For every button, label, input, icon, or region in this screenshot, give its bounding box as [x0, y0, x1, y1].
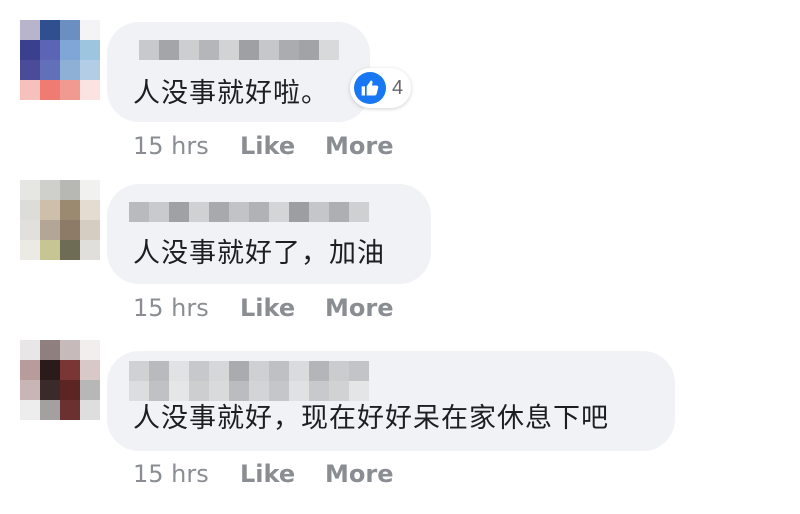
- comment-bubble: 人没事就好了，加油: [107, 184, 431, 284]
- avatar[interactable]: [20, 180, 100, 260]
- reaction-count: 4: [392, 76, 404, 99]
- like-button[interactable]: Like: [240, 460, 295, 488]
- like-button[interactable]: Like: [240, 132, 295, 160]
- like-button[interactable]: Like: [240, 294, 295, 322]
- commenter-name-pixelated[interactable]: [129, 202, 369, 222]
- comment-timestamp[interactable]: 15 hrs: [133, 294, 209, 322]
- comment-text: 人没事就好啦。: [133, 78, 329, 109]
- more-button[interactable]: More: [325, 294, 393, 322]
- more-button[interactable]: More: [325, 460, 393, 488]
- comment-bubble: 人没事就好，现在好好呆在家休息下吧: [107, 351, 675, 451]
- comment-timestamp[interactable]: 15 hrs: [133, 460, 209, 488]
- comment-timestamp[interactable]: 15 hrs: [133, 132, 209, 160]
- thumbs-up-icon: [354, 72, 386, 104]
- avatar[interactable]: [20, 20, 100, 100]
- commenter-name-pixelated[interactable]: [139, 40, 339, 60]
- avatar[interactable]: [20, 340, 100, 420]
- more-button[interactable]: More: [325, 132, 393, 160]
- commenter-name-pixelated[interactable]: [129, 361, 369, 401]
- reaction-badge[interactable]: 4: [350, 68, 412, 108]
- comment-bubble: 人没事就好啦。: [107, 22, 370, 122]
- comment-text: 人没事就好了，加油: [133, 238, 385, 269]
- comment-text: 人没事就好，现在好好呆在家休息下吧: [133, 403, 609, 434]
